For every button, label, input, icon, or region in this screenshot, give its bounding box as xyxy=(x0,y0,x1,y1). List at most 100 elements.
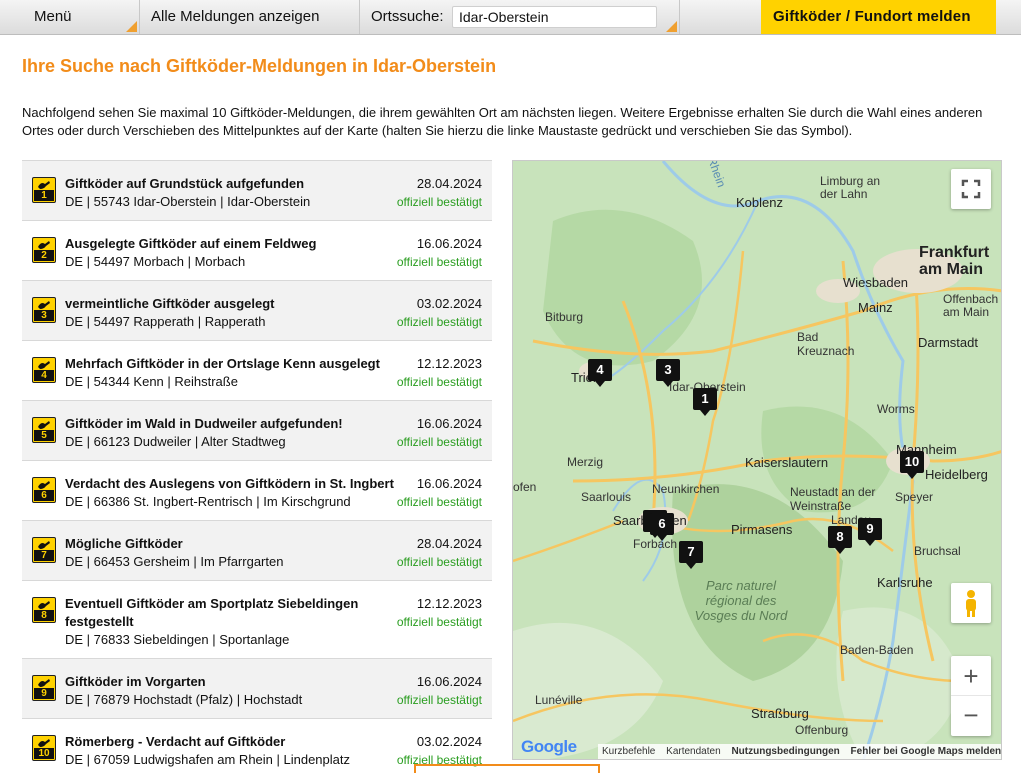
result-status: offiziell bestätigt xyxy=(396,195,482,209)
map-marker-8[interactable]: 8 xyxy=(828,526,852,554)
result-item[interactable]: 6 Verdacht des Auslegens von Giftködern i… xyxy=(22,460,492,520)
result-date: 16.06.2024 xyxy=(416,674,482,689)
result-number: 5 xyxy=(34,430,54,441)
result-status: offiziell bestätigt xyxy=(396,693,482,707)
result-item[interactable]: 7 Mögliche Giftköder 28.04.2024 DE | 66453 … xyxy=(22,520,492,580)
results-list: 1 Giftköder auf Grundstück aufgefunden 28.… xyxy=(22,160,492,773)
map-data-link[interactable]: Kartendaten xyxy=(666,746,721,757)
city-label-bitburg: Bitburg xyxy=(545,310,584,324)
result-number: 2 xyxy=(34,250,54,261)
bait-report-icon: 10 xyxy=(32,735,56,761)
orange-box-partial xyxy=(414,764,600,773)
city-label-offenbach: Offenbach am Main xyxy=(943,292,999,319)
street-view-button[interactable] xyxy=(951,583,991,623)
city-label-worms: Worms xyxy=(877,402,915,416)
dropdown-corner-icon xyxy=(126,21,137,32)
bait-report-icon: 1 xyxy=(32,177,56,203)
result-number: 10 xyxy=(34,748,54,759)
menu-label: Menü xyxy=(34,8,72,25)
report-label: Giftköder / Fundort melden xyxy=(773,8,971,25)
city-label-koblenz: Koblenz xyxy=(736,195,783,210)
report-map-error-link[interactable]: Fehler bei Google Maps melden xyxy=(851,746,1001,757)
fullscreen-icon xyxy=(961,179,981,199)
map[interactable]: Koblenz Limburg an der Lahn Frankfurt am… xyxy=(512,160,1002,760)
paw-hand-icon xyxy=(38,739,50,747)
city-label-badkreuznach: Bad Kreuznach xyxy=(797,330,855,358)
map-marker-10[interactable]: 10 xyxy=(900,451,924,479)
fullscreen-button[interactable] xyxy=(951,169,991,209)
city-label-pirmasens: Pirmasens xyxy=(731,522,793,537)
park-label-vosges: Parc naturel régional des Vosges du Nord xyxy=(694,578,788,623)
city-label-darmstadt: Darmstadt xyxy=(918,335,978,350)
city-label-merzig: Merzig xyxy=(567,455,604,469)
result-number: 9 xyxy=(34,688,54,699)
city-label-strasbourg: Straßburg xyxy=(751,706,809,721)
city-label-karlsruhe: Karlsruhe xyxy=(877,575,933,590)
result-date: 16.06.2024 xyxy=(416,416,482,431)
paw-hand-icon xyxy=(38,481,50,489)
result-number: 8 xyxy=(34,610,54,621)
map-marker-3[interactable]: 3 xyxy=(656,359,680,387)
result-date: 28.04.2024 xyxy=(416,176,482,191)
search-input[interactable] xyxy=(452,6,657,28)
city-label-ofen: ofen xyxy=(513,480,537,494)
intro-text: Nachfolgend sehen Sie maximal 10 Giftköd… xyxy=(22,105,983,138)
city-label-offenburg: Offenburg xyxy=(795,723,849,737)
result-status: offiziell bestätigt xyxy=(396,615,482,629)
result-date: 16.06.2024 xyxy=(416,476,482,491)
result-item[interactable]: 5 Giftköder im Wald in Dudweiler aufgefun… xyxy=(22,400,492,460)
bait-report-icon: 5 xyxy=(32,417,56,443)
result-item[interactable]: 4 Mehrfach Giftköder in der Ortslage Kenn… xyxy=(22,340,492,400)
zoom-controls: + − xyxy=(951,656,991,736)
result-item[interactable]: 8 Eventuell Giftköder am Sportplatz Siebe… xyxy=(22,580,492,658)
map-marker-4[interactable]: 4 xyxy=(588,359,612,387)
result-item[interactable]: 1 Giftköder auf Grundstück aufgefunden 28.… xyxy=(22,160,492,220)
paw-hand-icon xyxy=(38,361,50,369)
report-bait-button[interactable]: Giftköder / Fundort melden xyxy=(761,0,996,34)
result-location: DE | 76833 Siebeldingen | Sportanlage xyxy=(65,632,290,647)
result-number: 3 xyxy=(34,310,54,321)
zoom-out-button[interactable]: − xyxy=(951,696,991,736)
paw-hand-icon xyxy=(38,301,50,309)
map-marker-7[interactable]: 7 xyxy=(679,541,703,569)
zoom-in-button[interactable]: + xyxy=(951,656,991,696)
terms-link[interactable]: Nutzungsbedingungen xyxy=(731,746,839,757)
city-label-speyer: Speyer xyxy=(895,490,934,504)
all-reports-link[interactable]: Alle Meldungen anzeigen xyxy=(140,0,360,34)
city-label-neunkirchen: Neunkirchen xyxy=(652,482,720,496)
map-marker-6[interactable]: 6 xyxy=(650,513,674,541)
menu-button[interactable]: Menü xyxy=(0,0,140,34)
result-status: offiziell bestätigt xyxy=(396,435,482,449)
city-label-bruchsal: Bruchsal xyxy=(914,544,961,558)
result-date: 12.12.2023 xyxy=(416,596,482,611)
result-date: 16.06.2024 xyxy=(416,236,482,251)
result-number: 1 xyxy=(34,190,54,201)
result-item[interactable]: 9 Giftköder im Vorgarten 16.06.2024 DE | 76… xyxy=(22,658,492,718)
paw-hand-icon xyxy=(38,541,50,549)
map-marker-1[interactable]: 1 xyxy=(693,388,717,416)
city-label-limburg: Limburg an der Lahn xyxy=(820,174,881,201)
bait-report-icon: 8 xyxy=(32,597,56,623)
search-corner-icon[interactable] xyxy=(666,21,677,32)
map-marker-9[interactable]: 9 xyxy=(858,518,882,546)
city-label-heidelberg: Heidelberg xyxy=(925,467,988,482)
result-status: offiziell bestätigt xyxy=(396,555,482,569)
keyboard-shortcuts-link[interactable]: Kurzbefehle xyxy=(602,746,655,757)
city-label-frankfurt: Frankfurt am Main xyxy=(919,244,990,278)
result-item[interactable]: 3 vermeintliche Giftköder ausgelegt 03.02.… xyxy=(22,280,492,340)
result-item[interactable]: 2 Ausgelegte Giftköder auf einem Feldweg 1… xyxy=(22,220,492,280)
all-reports-label: Alle Meldungen anzeigen xyxy=(151,8,320,25)
paw-hand-icon xyxy=(38,241,50,249)
result-date: 03.02.2024 xyxy=(416,296,482,311)
result-number: 4 xyxy=(34,370,54,381)
bait-report-icon: 6 xyxy=(32,477,56,503)
result-status: offiziell bestätigt xyxy=(396,315,482,329)
result-status: offiziell bestätigt xyxy=(396,495,482,509)
result-date: 28.04.2024 xyxy=(416,536,482,551)
result-date: 03.02.2024 xyxy=(416,734,482,749)
city-label-luneville: Lunéville xyxy=(535,693,583,707)
city-label-mainz: Mainz xyxy=(858,300,893,315)
result-date: 12.12.2023 xyxy=(416,356,482,371)
city-label-saarlouis: Saarlouis xyxy=(581,490,632,504)
bait-report-icon: 4 xyxy=(32,357,56,383)
